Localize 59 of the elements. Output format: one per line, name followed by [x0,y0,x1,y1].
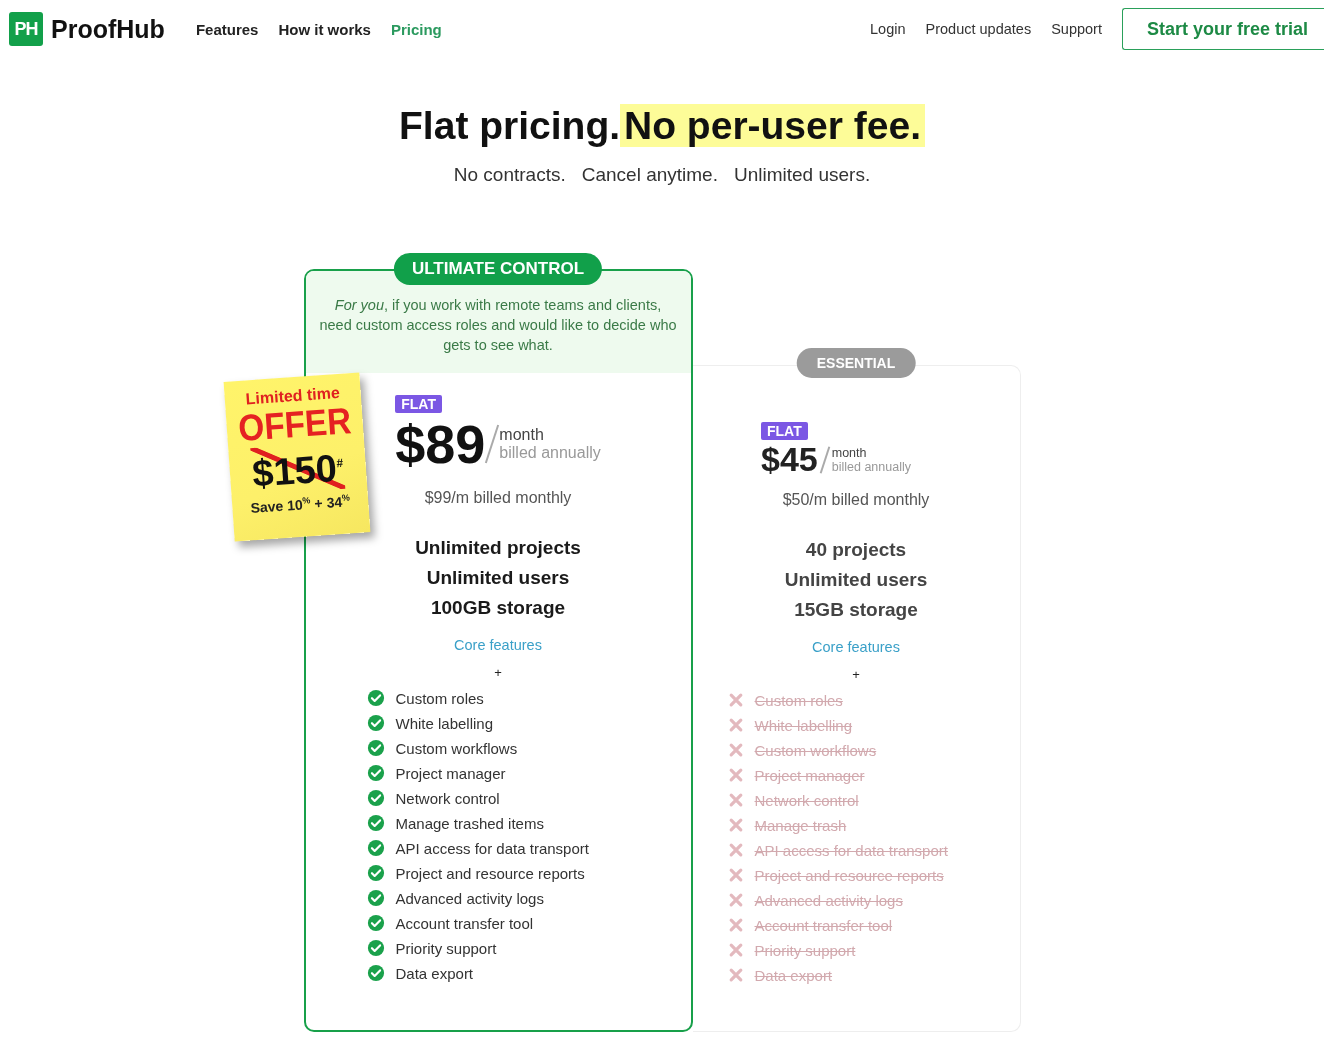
plan-highlight: 100GB storage [430,597,566,619]
feature-label: Account transfer tool [395,914,534,932]
feature-label: Data export [754,966,833,984]
plan-badge: ULTIMATE CONTROL [393,253,603,285]
feature-label: Network control [395,789,500,807]
free-trial-button[interactable]: Start your free trial [1121,8,1324,50]
feature-label: White labelling [395,714,494,732]
feature-label: Network control [754,791,859,809]
plan-badge: ESSENTIAL [796,348,916,378]
feature-label: White labelling [754,716,853,734]
feature-label: Data export [395,964,474,982]
plan-highlight: Unlimited projects [415,537,581,559]
price: $45 [761,440,818,479]
header-link[interactable]: Product updates [925,21,1032,37]
feature-label: API access for data transport [754,841,948,859]
feature-label: Manage trashed items [395,814,544,832]
flat-tag: FLAT [395,395,442,413]
price: $89 [395,413,486,475]
feature-label: Account transfer tool [754,916,893,934]
logo-text[interactable]: ProofHub [51,14,165,44]
nav-link[interactable]: How it works [278,20,371,38]
feature-label: Project manager [754,766,865,784]
monthly-price: $50/m billed monthly [782,491,930,509]
feature-label: Advanced activity logs [395,889,544,907]
offer-caption: Limited time [243,382,341,408]
feature-label: Advanced activity logs [754,891,903,909]
feature-label: Manage trash [754,816,847,834]
feature-label: Custom roles [754,691,843,709]
plus-sign: + [494,665,502,680]
feature-label: Project manager [395,764,506,782]
feature-label: Project and resource reports [754,866,944,884]
billing-note: billed annually [499,444,601,462]
header-link[interactable]: Login [870,21,906,37]
feature-label: Custom workflows [754,741,877,759]
plan-highlight: 40 projects [805,539,907,561]
feature-label: API access for data transport [395,839,589,857]
flat-tag: FLAT [761,422,808,440]
nav-link[interactable]: Features [195,20,259,38]
feature-label: Priority support [754,941,856,959]
feature-label: Custom workflows [395,739,518,757]
feature-label: Priority support [395,939,497,957]
plus-sign: + [852,667,860,682]
header-link[interactable]: Support [1051,21,1102,37]
price-period: month [499,426,545,444]
plan-highlight: Unlimited users [426,567,570,589]
plan-highlight: Unlimited users [784,569,928,591]
plan-highlight: 15GB storage [794,599,918,621]
highlighted-title: No per-user fee. [620,104,925,147]
feature-label: Project and resource reports [395,864,585,882]
price-period: month [831,445,868,460]
billing-note: billed annually [831,459,911,474]
subtitle-text: No contracts. [453,164,566,186]
subtitle-text: Cancel anytime. [581,164,718,186]
monthly-price: $99/m billed monthly [424,489,572,507]
feature-label: Custom roles [395,689,484,707]
hero-title: Flat pricing. [399,104,621,147]
nav-link[interactable]: Pricing [390,20,442,38]
plan-description: For you, if you work with remote teams and clients, need custom access roles and would like to decide who gets to see what. [318,296,678,355]
subtitle-text: Unlimited users. [733,164,871,186]
